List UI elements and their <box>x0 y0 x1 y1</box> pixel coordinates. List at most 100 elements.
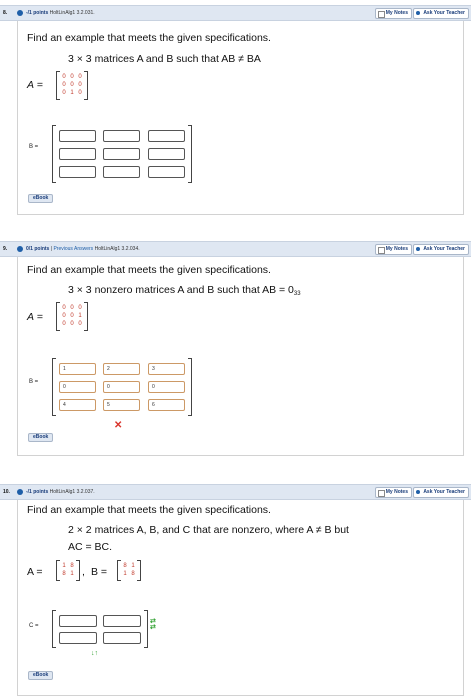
matrix-input[interactable] <box>148 166 185 178</box>
matrix-input[interactable] <box>148 130 185 142</box>
question-reference: HoltLinAlg1 3.2.034. <box>94 246 140 252</box>
ebook-button[interactable]: eBook <box>28 671 54 680</box>
matrix-entry: 0 <box>62 321 66 327</box>
matrix-b-label: B = <box>91 566 108 578</box>
matrix-input[interactable] <box>103 615 141 627</box>
question-spec: 3 × 3 nonzero matrices A and B such that… <box>68 284 301 297</box>
matrix-input[interactable]: 3 <box>148 363 185 375</box>
question-number: 8. <box>3 10 8 16</box>
matrix-entry: 0 <box>70 74 74 80</box>
matrix-input[interactable]: 5 <box>103 399 140 411</box>
matrix-input[interactable] <box>59 632 97 644</box>
question-body: Find an example that meets the given spe… <box>17 257 464 456</box>
matrix-entry: 1 <box>70 571 74 577</box>
matrix-entry: 0 <box>70 82 74 88</box>
matrix-a-label: A = <box>27 79 44 91</box>
my-notes-button[interactable]: My Notes <box>374 244 412 255</box>
matrix-input[interactable] <box>59 166 96 178</box>
matrix-entry: 0 <box>62 82 66 88</box>
points-label: -/1 points <box>26 489 49 495</box>
matrix-entry: 8 <box>62 571 66 577</box>
question-points: 0/1 points | Previous Answers HoltLinAlg… <box>26 246 140 252</box>
question-reference: HoltLinAlg1 3.2.037. <box>49 489 95 495</box>
matrix-a: 0 0 0 0 0 1 0 0 0 <box>56 302 88 331</box>
ebook-button[interactable]: eBook <box>28 194 54 203</box>
ask-teacher-button[interactable]: Ask Your Teacher <box>413 244 469 255</box>
matrix-entry: 1 <box>131 563 135 569</box>
answer-label: B = <box>29 144 39 150</box>
matrix-input[interactable]: 0 <box>103 381 140 393</box>
matrix-entry: 0 <box>62 313 66 319</box>
question-reference: HoltLinAlg1 3.2.031. <box>49 10 95 16</box>
resize-rows-icon[interactable]: ↓↑ <box>91 650 98 657</box>
question-spec-line2: AC = BC. <box>68 541 113 553</box>
matrix-input[interactable]: 6 <box>148 399 185 411</box>
bullet-icon <box>17 10 23 16</box>
incorrect-icon: ✕ <box>114 420 123 431</box>
matrix-input[interactable] <box>103 130 140 142</box>
matrix-entry: 0 <box>70 313 74 319</box>
matrix-entry: 1 <box>78 313 82 319</box>
answer-label: C = <box>29 623 39 629</box>
question-points: -/1 points HoltLinAlg1 3.2.037. <box>26 485 95 499</box>
answer-matrix: 1 2 3 0 0 0 4 5 6 <box>52 358 192 416</box>
spec-subscript: 33 <box>293 291 301 297</box>
comma: , <box>82 566 85 578</box>
matrix-entry: 0 <box>78 321 82 327</box>
matrix-input[interactable] <box>148 148 185 160</box>
question-header: 10. -/1 points HoltLinAlg1 3.2.037. My N… <box>0 484 471 500</box>
question-body: Find an example that meets the given spe… <box>17 21 464 215</box>
answer-matrix <box>52 125 192 183</box>
bullet-icon <box>17 246 23 252</box>
matrix-input[interactable] <box>59 148 96 160</box>
matrix-entry: 0 <box>78 90 82 96</box>
matrix-a: 1 8 8 1 <box>56 560 80 581</box>
matrix-entry: 0 <box>62 90 66 96</box>
question-number: 10. <box>3 489 10 495</box>
points-label: 0/1 points <box>26 246 50 252</box>
ask-teacher-button[interactable]: Ask Your Teacher <box>413 8 469 19</box>
question-body: Find an example that meets the given spe… <box>17 500 464 696</box>
matrix-entry: 8 <box>123 563 127 569</box>
resize-columns-icon[interactable]: ⇄ ⇄ <box>150 618 156 631</box>
matrix-input[interactable]: 4 <box>59 399 96 411</box>
matrix-input[interactable]: 0 <box>148 381 185 393</box>
answer-label: B = <box>29 379 39 385</box>
matrix-entry: 0 <box>70 321 74 327</box>
question-prompt: Find an example that meets the given spe… <box>27 32 271 44</box>
matrix-input[interactable] <box>103 632 141 644</box>
my-notes-button[interactable]: My Notes <box>374 487 412 498</box>
matrix-entry: 0 <box>78 305 82 311</box>
matrix-a-label: A = <box>27 566 43 578</box>
question-prompt: Find an example that meets the given spe… <box>27 264 271 276</box>
matrix-b: 8 1 1 8 <box>117 560 141 581</box>
points-label: -/1 points <box>26 10 49 16</box>
ebook-button[interactable]: eBook <box>28 433 54 442</box>
question-9: 9. 0/1 points | Previous Answers HoltLin… <box>0 241 471 456</box>
matrix-entry: 8 <box>70 563 74 569</box>
matrix-input[interactable] <box>59 615 97 627</box>
matrix-a-entries: 1 8 8 1 <box>60 562 76 578</box>
matrix-input[interactable] <box>103 148 140 160</box>
matrix-a-entries: 0 0 0 0 0 0 0 1 0 <box>60 73 84 97</box>
matrix-entry: 0 <box>62 74 66 80</box>
ask-teacher-button[interactable]: Ask Your Teacher <box>413 487 469 498</box>
matrix-input[interactable] <box>59 130 96 142</box>
matrix-entry: 0 <box>62 305 66 311</box>
answer-matrix <box>52 610 148 648</box>
question-8: 8. -/1 points HoltLinAlg1 3.2.031. My No… <box>0 5 471 215</box>
matrix-b-entries: 8 1 1 8 <box>121 562 137 578</box>
question-spec: 2 × 2 matrices A, B, and C that are nonz… <box>68 524 349 536</box>
matrix-input[interactable] <box>103 166 140 178</box>
matrix-entry: 1 <box>123 571 127 577</box>
matrix-input[interactable]: 2 <box>103 363 140 375</box>
previous-answers-link[interactable]: Previous Answers <box>53 246 93 252</box>
matrix-a-label: A = <box>27 311 44 323</box>
spec-text: 3 × 3 nonzero matrices A and B such that… <box>68 284 294 296</box>
matrix-input[interactable]: 1 <box>59 363 96 375</box>
matrix-entry: 0 <box>70 305 74 311</box>
my-notes-button[interactable]: My Notes <box>374 8 412 19</box>
bullet-icon <box>17 489 23 495</box>
matrix-input[interactable]: 0 <box>59 381 96 393</box>
matrix-entry: 1 <box>62 563 66 569</box>
